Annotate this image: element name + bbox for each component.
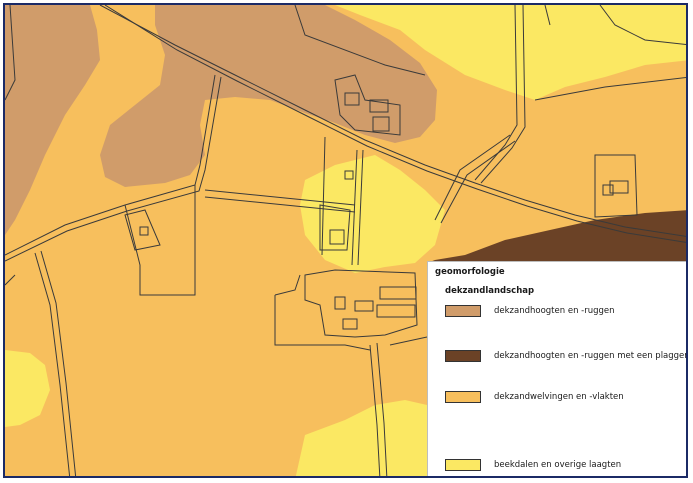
- legend-swatch-dekzandhoogten: [445, 305, 481, 317]
- legend-title: geomorfologie: [435, 267, 505, 277]
- legend-item-plaggendek: dekzandhoogten en -ruggen met een plagge…: [445, 349, 688, 363]
- legend-label-plaggendek: dekzandhoogten en -ruggen met een plagge…: [494, 351, 688, 361]
- legend-item-dekzandwelvingen: dekzandwelvingen en -vlakten: [445, 390, 624, 404]
- legend-label-dekzandwelvingen: dekzandwelvingen en -vlakten: [494, 392, 624, 402]
- map-frame: geomorfologie dekzandlandschap dekzandho…: [3, 3, 688, 478]
- legend-label-dekzandhoogten: dekzandhoogten en -ruggen: [494, 306, 615, 316]
- legend-swatch-beekdalen: [445, 459, 481, 471]
- legend-label-beekdalen: beekdalen en overige laagten: [494, 460, 622, 470]
- legend-swatch-plaggendek: [445, 350, 481, 362]
- legend-item-dekzandhoogten: dekzandhoogten en -ruggen: [445, 304, 615, 318]
- legend-swatch-dekzandwelvingen: [445, 391, 481, 403]
- map-legend: geomorfologie dekzandlandschap dekzandho…: [427, 261, 688, 476]
- legend-subtitle: dekzandlandschap: [445, 286, 535, 296]
- legend-item-beekdalen: beekdalen en overige laagten: [445, 458, 621, 472]
